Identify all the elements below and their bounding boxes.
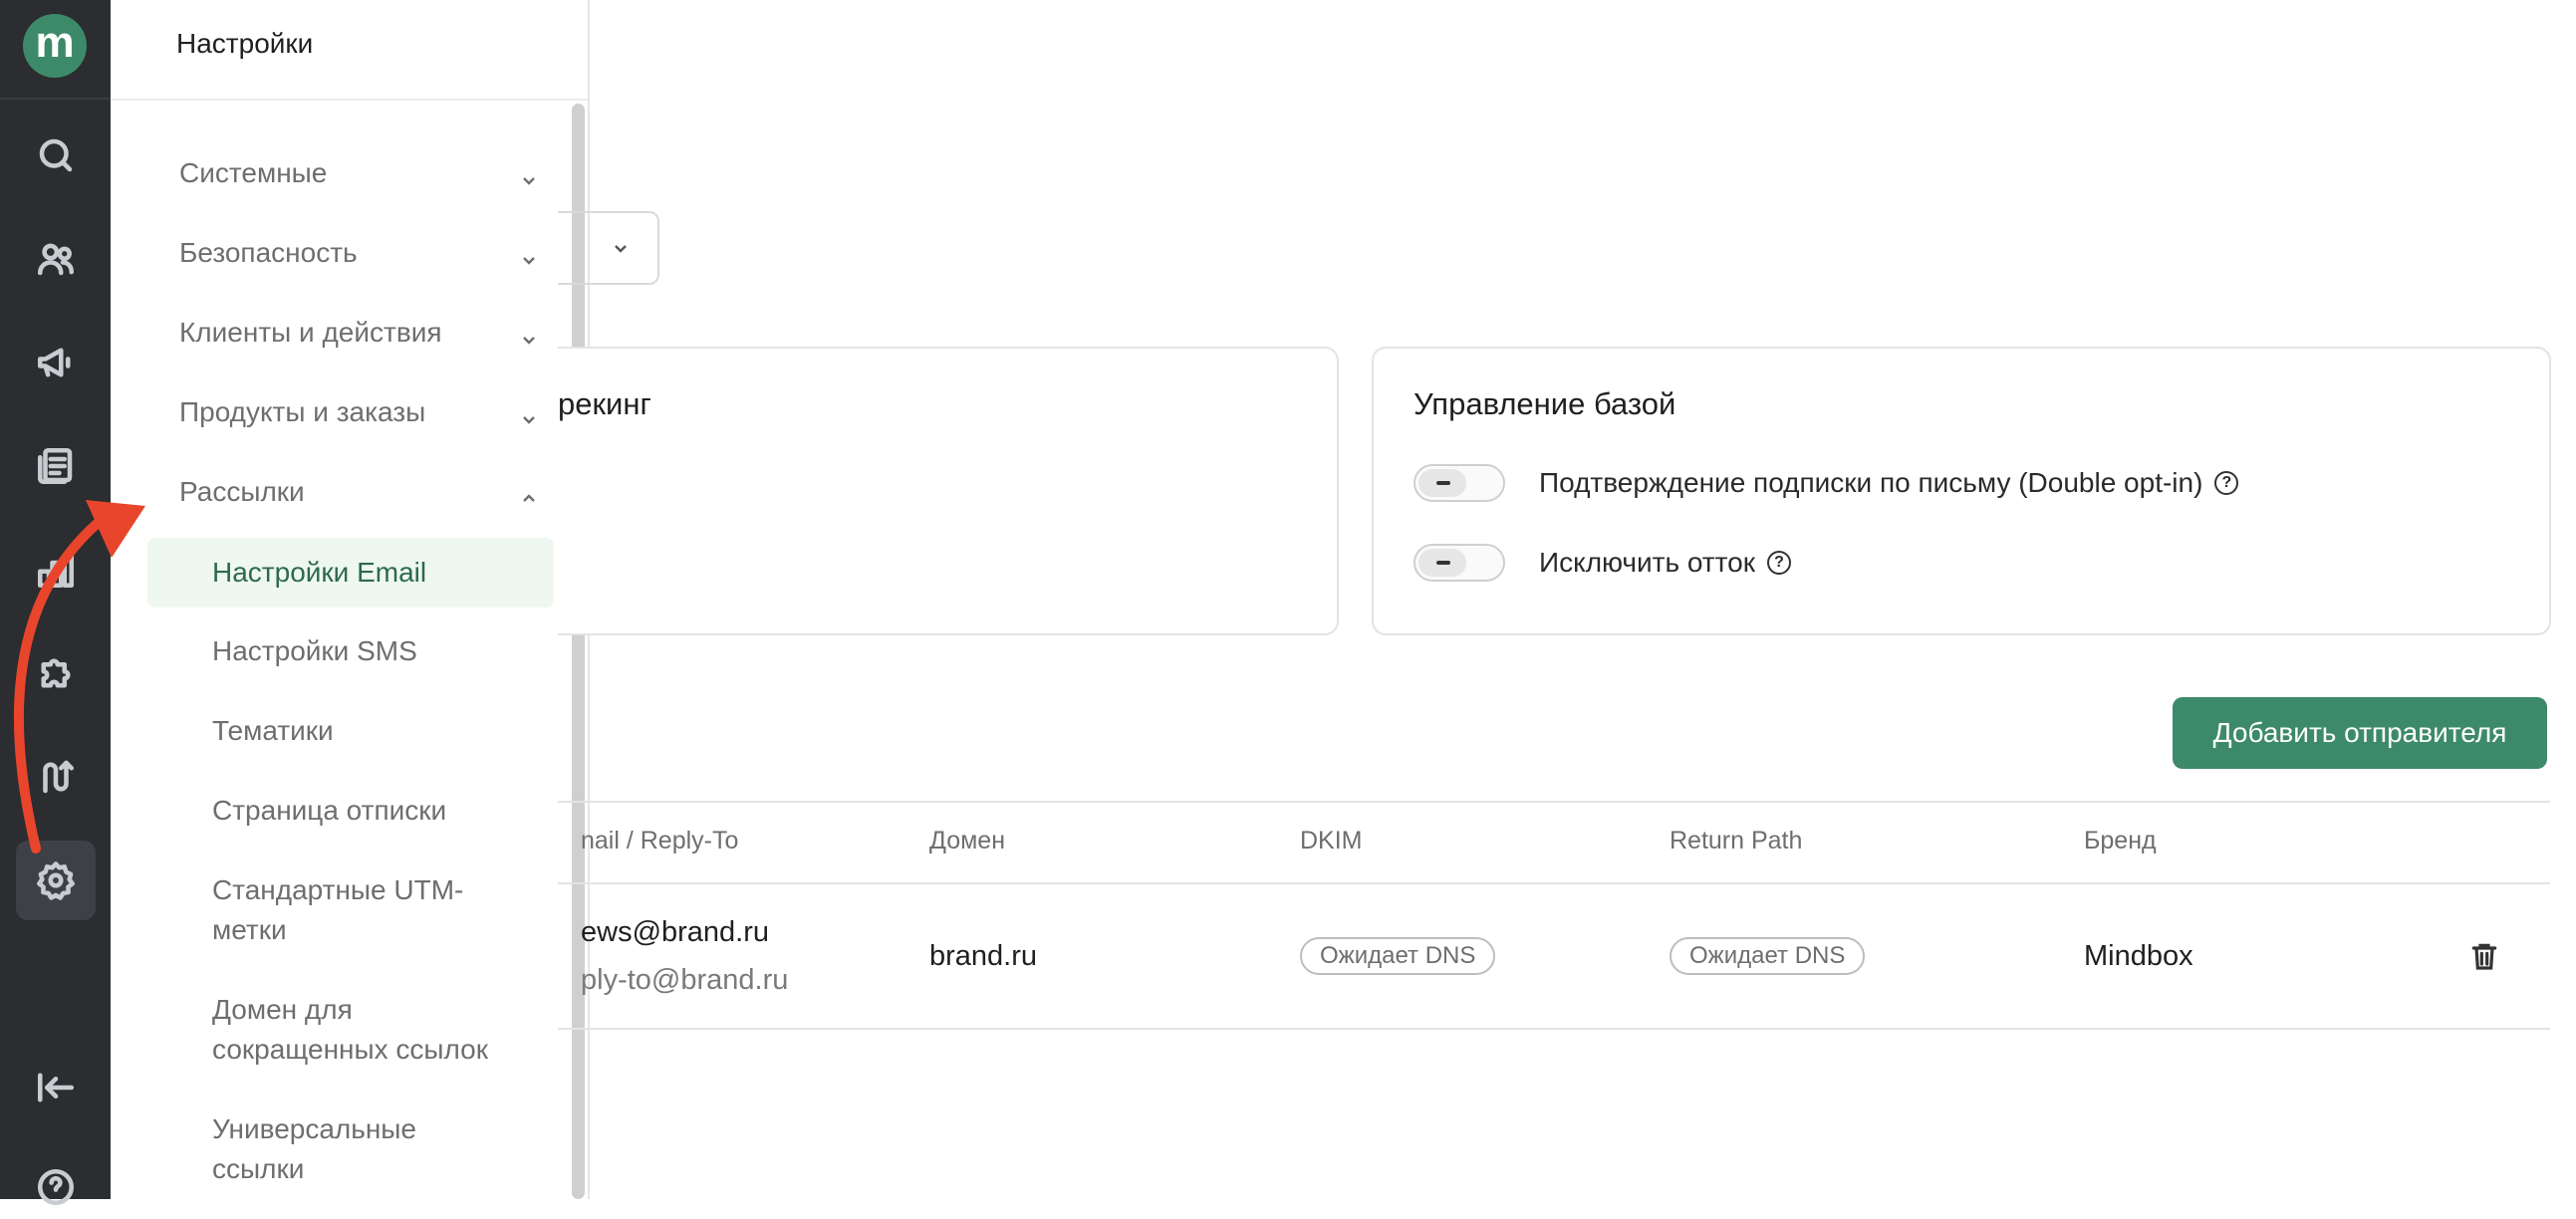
toggle-label: Исключить отток <box>1539 547 1755 578</box>
dkim-status-badge: Ожидает DNS <box>1300 937 1496 975</box>
table-header-divider <box>558 882 2550 884</box>
nav-item-sms-settings[interactable]: Настройки SMS <box>147 631 554 671</box>
rail-divider <box>0 98 111 100</box>
panel-title: Настройки <box>176 28 314 59</box>
nav-item-unsubscribe-page[interactable]: Страница отписки <box>147 791 554 831</box>
card-title: рекинг <box>558 386 651 421</box>
nav-group-system[interactable]: Системные <box>179 145 538 201</box>
double-opt-in-row: Подтверждение подписки по письму (Double… <box>1414 464 2239 502</box>
megaphone-icon[interactable] <box>24 331 88 394</box>
nav-item-universal-links[interactable]: Универсальные ссылки <box>147 1109 554 1189</box>
return-path-status-badge: Ожидает DNS <box>1670 937 1866 975</box>
nav-item-short-link-domain[interactable]: Домен для сокращенных ссылок <box>147 990 554 1070</box>
trash-icon[interactable] <box>2468 940 2500 977</box>
search-icon[interactable] <box>24 123 88 187</box>
help-icon[interactable] <box>24 1155 88 1219</box>
chevron-down-icon <box>520 324 538 345</box>
collapse-icon[interactable] <box>24 1056 88 1119</box>
settings-panel: Настройки Системные Безопасность Клиенты… <box>111 0 590 1199</box>
chevron-down-icon <box>520 403 538 424</box>
nav-item-email-settings[interactable]: Настройки Email <box>147 538 554 608</box>
sender-email: ews@brand.ru <box>581 916 770 948</box>
project-select[interactable] <box>558 211 659 285</box>
column-header-dkim: DKIM <box>1300 827 1363 854</box>
chevron-up-icon <box>520 483 538 502</box>
users-icon[interactable] <box>24 227 88 291</box>
column-header-brand: Бренд <box>2084 827 2157 854</box>
nav-group-label: Рассылки <box>179 476 305 507</box>
nav-group-label: Безопасность <box>179 237 358 268</box>
exclude-churn-toggle[interactable] <box>1414 544 1505 582</box>
tracking-card: рекинг <box>558 347 1339 635</box>
nav-group-clients[interactable]: Клиенты и действия <box>179 305 538 361</box>
panel-divider <box>111 99 588 101</box>
nav-group-products[interactable]: Продукты и заказы <box>179 384 538 440</box>
column-header-return-path: Return Path <box>1670 827 1803 854</box>
sender-domain: brand.ru <box>929 940 1038 972</box>
column-header-email: nail / Reply-To <box>581 827 739 854</box>
newsletter-icon[interactable] <box>24 434 88 498</box>
toggle-label: Подтверждение подписки по письму (Double… <box>1539 467 2203 498</box>
question-icon[interactable]: ? <box>2214 471 2239 495</box>
nav-item-topics[interactable]: Тематики <box>147 711 554 751</box>
app-logo[interactable]: m <box>23 14 87 78</box>
double-opt-in-toggle[interactable] <box>1414 464 1505 502</box>
nav-group-mailings[interactable]: Рассылки <box>179 464 538 520</box>
route-icon[interactable] <box>24 745 88 809</box>
table-bottom-divider <box>558 1028 2550 1030</box>
chevron-down-icon <box>520 244 538 265</box>
sender-brand: Mindbox <box>2084 940 2193 972</box>
question-icon[interactable]: ? <box>1766 551 1791 575</box>
chevron-down-icon <box>615 245 627 253</box>
analytics-icon[interactable] <box>24 538 88 602</box>
nav-group-security[interactable]: Безопасность <box>179 225 538 281</box>
table-top-divider <box>558 801 2550 803</box>
gear-icon[interactable] <box>16 841 96 920</box>
card-title: Управление базой <box>1414 386 1676 421</box>
icon-rail: m <box>0 0 111 1206</box>
nav-group-label: Системные <box>179 157 328 188</box>
column-header-domain: Домен <box>929 827 1006 854</box>
nav-group-label: Продукты и заказы <box>179 396 426 427</box>
add-sender-button[interactable]: Добавить отправителя <box>2173 697 2547 769</box>
reply-to-email: ply-to@brand.ru <box>581 964 789 996</box>
nav-item-utm-tags[interactable]: Стандартные UTM- метки <box>147 870 554 950</box>
nav-group-label: Клиенты и действия <box>179 317 442 348</box>
exclude-churn-row: Исключить отток ? <box>1414 544 1791 582</box>
chevron-down-icon <box>520 164 538 185</box>
database-management-card: Управление базой Подтверждение подписки … <box>1372 347 2551 635</box>
puzzle-icon[interactable] <box>24 641 88 705</box>
